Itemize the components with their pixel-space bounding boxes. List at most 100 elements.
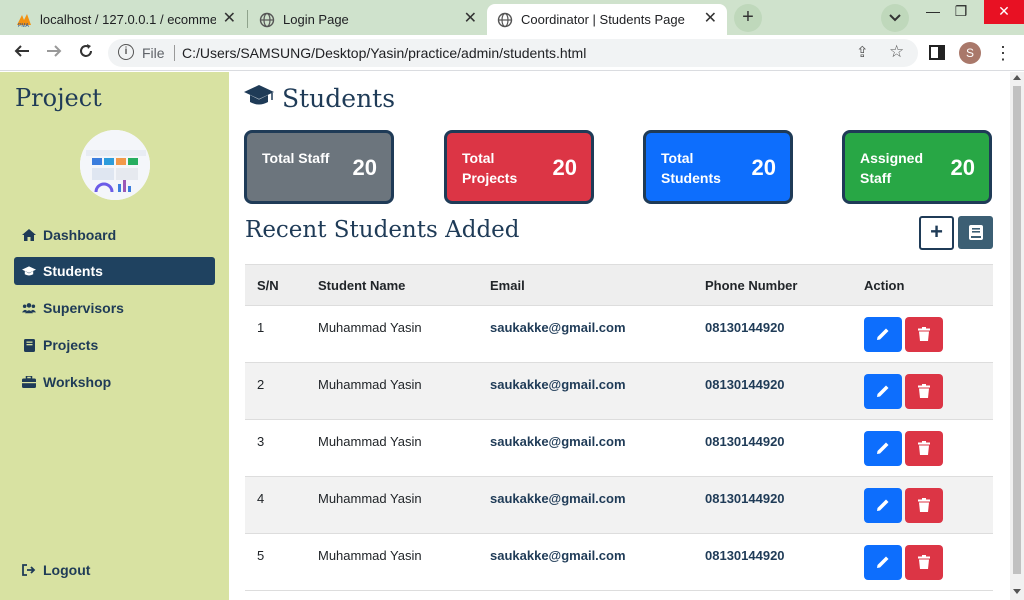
cell-phone: 08130144920 xyxy=(705,376,785,392)
close-window-button[interactable]: ✕ xyxy=(984,0,1024,24)
page-viewport: Project Dashboard Students Supervisors P… xyxy=(0,72,1024,600)
sidebar-item-supervisors[interactable]: Supervisors xyxy=(14,294,215,322)
cell-sn: 1 xyxy=(257,319,265,335)
scroll-up-arrow-icon[interactable] xyxy=(1013,75,1021,80)
view-records-button[interactable] xyxy=(958,216,993,249)
tab-title: localhost / 127.0.0.1 / ecommerce xyxy=(40,12,216,27)
cell-email: saukakke@gmail.com xyxy=(490,376,626,392)
svg-text:PMA: PMA xyxy=(18,23,30,28)
arrow-left-icon xyxy=(14,45,29,57)
bookmark-star-icon[interactable]: ☆ xyxy=(889,42,904,62)
reload-button[interactable] xyxy=(74,41,98,65)
delete-button[interactable] xyxy=(905,430,943,466)
home-icon xyxy=(22,228,36,242)
cell-email: saukakke@gmail.com xyxy=(490,433,626,449)
tab-separator xyxy=(247,10,248,28)
phpmyadmin-icon: PMA xyxy=(16,12,32,29)
cell-name: Muhammad Yasin xyxy=(318,547,422,563)
close-tab-icon[interactable]: ✕ xyxy=(464,10,477,28)
edit-button[interactable] xyxy=(864,430,902,466)
add-student-button[interactable]: + xyxy=(919,216,954,250)
stat-value: 20 xyxy=(950,155,975,180)
stat-label: Total Projects xyxy=(462,150,518,186)
stat-card-total-students: Total Students 20 xyxy=(643,130,793,204)
stat-label: Total Staff xyxy=(262,150,330,166)
profile-avatar[interactable]: S xyxy=(959,42,981,64)
scroll-down-arrow-icon[interactable] xyxy=(1013,589,1021,594)
table-row: 3 Muhammad Yasin saukakke@gmail.com 0813… xyxy=(245,420,993,477)
delete-button[interactable] xyxy=(905,487,943,523)
logout-link[interactable]: Logout xyxy=(14,556,215,584)
cell-sn: 3 xyxy=(257,433,265,449)
sidebar-item-label: Workshop xyxy=(43,374,112,390)
edit-button[interactable] xyxy=(864,544,902,580)
sidebar-item-dashboard[interactable]: Dashboard xyxy=(14,221,215,249)
table-row: 5 Muhammad Yasin saukakke@gmail.com 0813… xyxy=(245,534,993,591)
stat-card-total-staff: Total Staff 20 xyxy=(244,130,394,204)
sidebar-item-label: Supervisors xyxy=(43,300,124,316)
sidebar-item-label: Dashboard xyxy=(43,227,117,243)
cell-actions xyxy=(853,373,993,409)
table-row: 2 Muhammad Yasin saukakke@gmail.com 0813… xyxy=(245,363,993,420)
share-icon[interactable]: ⇪ xyxy=(856,43,869,61)
brand-title: Project xyxy=(15,84,102,112)
chevron-down-icon xyxy=(889,14,901,22)
cell-actions xyxy=(853,544,993,580)
cell-name: Muhammad Yasin xyxy=(318,433,422,449)
menu-dots-icon[interactable]: ⋮ xyxy=(994,41,1012,65)
edit-button[interactable] xyxy=(864,487,902,523)
edit-button[interactable] xyxy=(864,316,902,352)
info-icon[interactable]: i xyxy=(118,44,134,60)
table-row: 1 Muhammad Yasin saukakke@gmail.com 0813… xyxy=(245,306,993,363)
maximize-button[interactable]: ❐ xyxy=(946,0,976,24)
back-button[interactable] xyxy=(10,41,34,65)
cell-email: saukakke@gmail.com xyxy=(490,490,626,506)
sidebar-item-projects[interactable]: Projects xyxy=(14,331,215,359)
new-tab-button[interactable]: + xyxy=(734,4,762,32)
dashboard-thumbnail-image xyxy=(80,130,150,200)
reload-icon xyxy=(80,44,92,57)
vertical-scrollbar[interactable] xyxy=(1010,72,1024,600)
cell-sn: 2 xyxy=(257,376,265,392)
trash-icon xyxy=(918,327,930,341)
sidebar-item-students[interactable]: Students xyxy=(14,257,215,285)
logout-label: Logout xyxy=(43,562,91,578)
sidebar-item-workshop[interactable]: Workshop xyxy=(14,368,215,396)
delete-button[interactable] xyxy=(905,373,943,409)
tab-title: Login Page xyxy=(283,12,349,27)
trash-icon xyxy=(918,441,930,455)
cell-sn: 5 xyxy=(257,547,265,563)
address-bar[interactable]: i File C:/Users/SAMSUNG/Desktop/Yasin/pr… xyxy=(108,39,918,67)
cell-phone: 08130144920 xyxy=(705,490,785,506)
trash-icon xyxy=(918,498,930,512)
tab-title: Coordinator | Students Page xyxy=(521,12,685,27)
delete-button[interactable] xyxy=(905,316,943,352)
side-panel-icon[interactable] xyxy=(929,45,945,60)
forward-button[interactable] xyxy=(42,41,66,65)
minimize-button[interactable]: — xyxy=(918,0,948,24)
cell-email: saukakke@gmail.com xyxy=(490,319,626,335)
column-header: S/N xyxy=(257,277,279,293)
browser-tab-coordinator[interactable]: Coordinator | Students Page ✕ xyxy=(487,4,727,35)
users-icon xyxy=(22,301,36,315)
tab-search-button[interactable] xyxy=(881,4,909,32)
close-tab-icon[interactable]: ✕ xyxy=(704,10,717,28)
cell-name: Muhammad Yasin xyxy=(318,490,422,506)
sidebar: Project Dashboard Students Supervisors P… xyxy=(0,72,229,600)
book-icon xyxy=(968,225,983,240)
cell-email: saukakke@gmail.com xyxy=(490,547,626,563)
delete-button[interactable] xyxy=(905,544,943,580)
stat-value: 20 xyxy=(552,155,577,180)
browser-tab-phpmyadmin[interactable]: PMA localhost / 127.0.0.1 / ecommerce ✕ xyxy=(6,4,246,35)
browser-tab-login[interactable]: Login Page ✕ xyxy=(249,4,487,35)
cell-phone: 08130144920 xyxy=(705,433,785,449)
scrollbar-thumb[interactable] xyxy=(1013,86,1021,574)
cell-actions xyxy=(853,487,993,523)
cell-phone: 08130144920 xyxy=(705,547,785,563)
stat-label: Total Students xyxy=(661,150,721,186)
cell-sn: 4 xyxy=(257,490,265,506)
close-tab-icon[interactable]: ✕ xyxy=(223,10,236,28)
edit-button[interactable] xyxy=(864,373,902,409)
globe-icon xyxy=(259,12,275,28)
stat-card-assigned-staff: Assigned Staff 20 xyxy=(842,130,992,204)
